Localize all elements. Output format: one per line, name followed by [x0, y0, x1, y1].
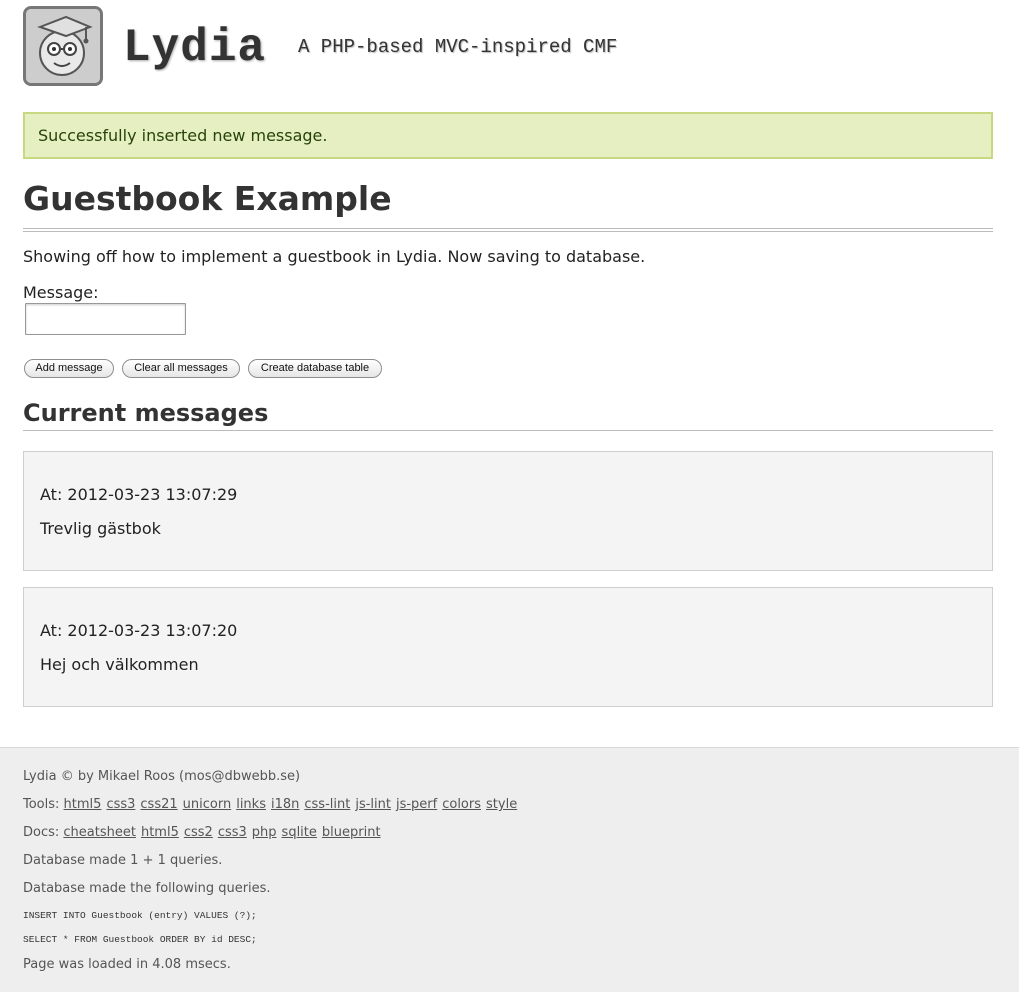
message-timestamp: At: 2012-03-23 13:07:20 — [40, 621, 238, 640]
footer: Lydia © by Mikael Roos (mos@dbwebb.se) T… — [0, 747, 1019, 992]
doc-link-css2[interactable]: css2 — [184, 825, 213, 840]
tool-link-css3[interactable]: css3 — [106, 797, 135, 812]
tool-link-colors[interactable]: colors — [442, 797, 481, 812]
section-divider — [23, 430, 993, 431]
tool-link-css-lint[interactable]: css-lint — [304, 797, 350, 812]
add-message-button[interactable]: Add message — [24, 359, 114, 378]
intro-text: Showing off how to implement a guestbook… — [23, 247, 646, 266]
site-slogan: A PHP-based MVC-inspired CMF — [298, 36, 618, 58]
current-messages-heading: Current messages — [23, 399, 269, 427]
footer-credit: Lydia © by Mikael Roos (mos@dbwebb.se) — [23, 769, 301, 784]
page: Lydia A PHP-based MVC-inspired CMF Succe… — [0, 0, 1019, 992]
tool-link-i18n[interactable]: i18n — [271, 797, 299, 812]
doc-link-html5[interactable]: html5 — [141, 825, 179, 840]
site-logo[interactable] — [23, 6, 103, 86]
db-query-count: Database made 1 + 1 queries. — [23, 853, 223, 868]
message-textarea[interactable] — [25, 303, 186, 335]
message-entry: At: 2012-03-23 13:07:29 Trevlig gästbok — [23, 451, 993, 571]
main-content: Guestbook Example Showing off how to imp… — [23, 170, 993, 707]
doc-link-sqlite[interactable]: sqlite — [282, 825, 317, 840]
message-text: Hej och välkommen — [40, 655, 199, 674]
message-timestamp: At: 2012-03-23 13:07:29 — [40, 485, 238, 504]
site-title[interactable]: Lydia — [123, 20, 266, 76]
db-query: INSERT INTO Guestbook (entry) VALUES (?)… — [23, 910, 257, 921]
message-label: Message: — [23, 283, 99, 302]
tool-link-css21[interactable]: css21 — [140, 797, 177, 812]
create-database-table-button[interactable]: Create database table — [248, 359, 382, 378]
page-title: Guestbook Example — [23, 179, 392, 218]
doc-link-php[interactable]: php — [252, 825, 277, 840]
clear-all-messages-button[interactable]: Clear all messages — [122, 359, 240, 378]
message-entry: At: 2012-03-23 13:07:20 Hej och välkomme… — [23, 587, 993, 707]
tool-link-links[interactable]: links — [236, 797, 266, 812]
title-divider — [23, 228, 993, 232]
tool-link-unicorn[interactable]: unicorn — [183, 797, 232, 812]
doc-link-css3[interactable]: css3 — [218, 825, 247, 840]
doc-link-cheatsheet[interactable]: cheatsheet — [63, 825, 136, 840]
tool-link-html5[interactable]: html5 — [64, 797, 102, 812]
page-load-time: Page was loaded in 4.08 msecs. — [23, 957, 231, 972]
footer-tools: Tools: html5 css3 css21 unicorn links i18n css… — [23, 796, 517, 814]
footer-docs: Docs: cheatsheet html5 css2 css3 php sqlite bl… — [23, 824, 381, 842]
tool-link-style[interactable]: style — [486, 797, 517, 812]
message-text: Trevlig gästbok — [40, 519, 161, 538]
owl-scholar-icon — [26, 9, 100, 83]
tool-link-js-perf[interactable]: js-perf — [396, 797, 437, 812]
tool-link-js-lint[interactable]: js-lint — [355, 797, 391, 812]
db-query-list-intro: Database made the following queries. — [23, 881, 271, 896]
doc-link-blueprint[interactable]: blueprint — [322, 825, 381, 840]
flash-success-message: Successfully inserted new message. — [23, 112, 993, 159]
db-query: SELECT * FROM Guestbook ORDER BY id DESC… — [23, 934, 257, 945]
docs-label: Docs: — [23, 825, 60, 840]
tools-label: Tools: — [23, 797, 60, 812]
header: Lydia A PHP-based MVC-inspired CMF — [23, 6, 983, 86]
